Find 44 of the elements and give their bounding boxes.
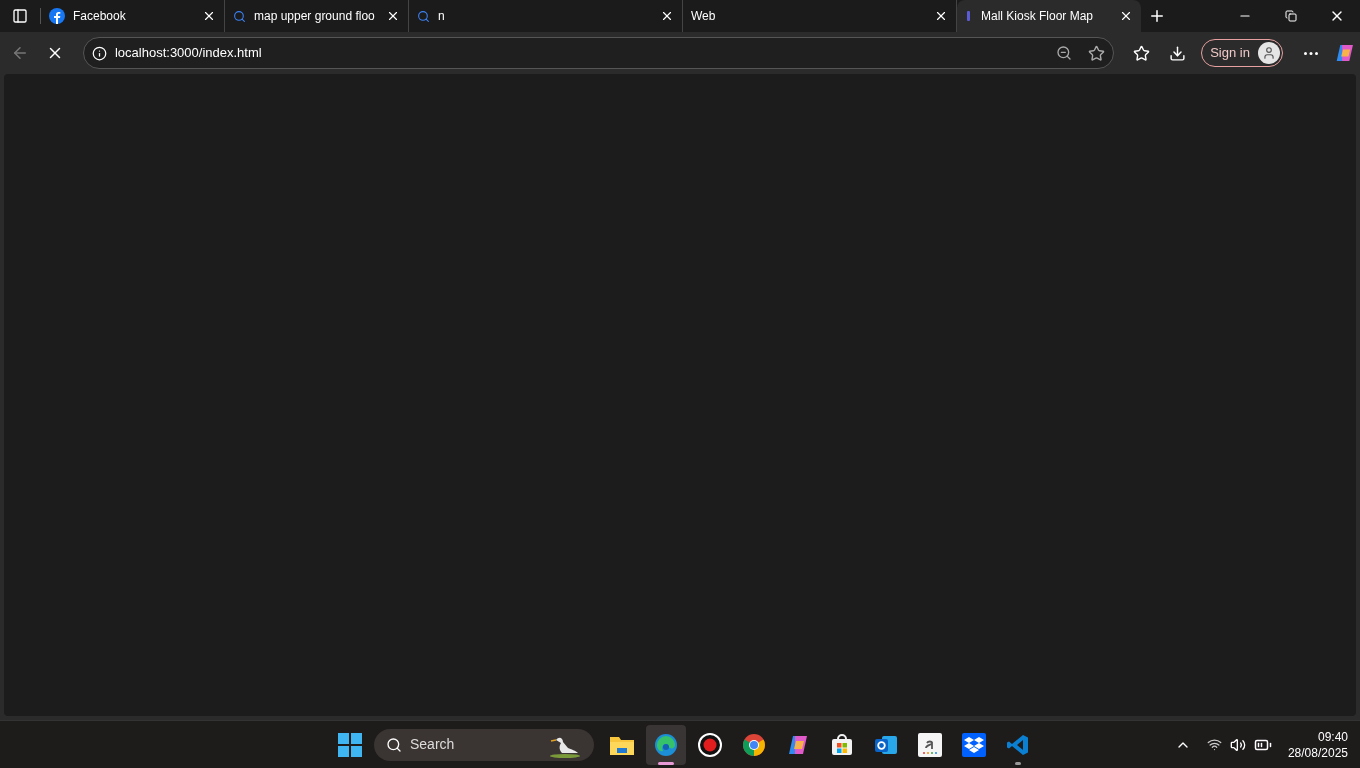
favorites-icon — [1133, 44, 1151, 62]
chrome-icon — [742, 732, 766, 757]
tab-title: n — [438, 8, 446, 25]
store-icon — [831, 733, 853, 756]
star-icon[interactable] — [1088, 44, 1106, 62]
browser-tab[interactable]: Mall Kiosk Floor Map — [957, 0, 1141, 32]
close-icon[interactable] — [934, 9, 948, 23]
box-icon — [962, 732, 986, 757]
clock-button[interactable]: 09:40 28/08/2025 — [1287, 728, 1348, 761]
clock-time: 09:40 — [1317, 728, 1348, 745]
taskbar-app-button[interactable] — [646, 724, 686, 765]
avatar-icon — [1257, 42, 1280, 64]
sidebar-icon — [12, 8, 28, 24]
search-label: Search — [410, 735, 456, 754]
search-field[interactable]: Search — [374, 728, 594, 761]
code-editor-icon — [1006, 732, 1030, 757]
clock-date: 28/08/2025 — [1287, 744, 1348, 761]
zoom-out-icon[interactable] — [1056, 45, 1073, 61]
tab-title: map upper ground floo — [254, 8, 376, 25]
search-icon — [386, 736, 402, 753]
search-icon — [417, 9, 430, 23]
page-icon — [965, 10, 973, 22]
facebook-icon — [49, 8, 65, 24]
start-icon[interactable] — [338, 732, 362, 757]
browser-icon — [654, 732, 678, 757]
close-icon[interactable] — [202, 9, 216, 23]
close-icon[interactable] — [660, 9, 674, 23]
tab-title: Facebook — [73, 8, 127, 25]
close-icon[interactable] — [1119, 9, 1133, 23]
info-icon[interactable] — [91, 45, 107, 61]
tab-title: Mall Kiosk Floor Map — [981, 8, 1095, 25]
volume-icon[interactable] — [1229, 736, 1246, 753]
search-icon — [233, 9, 246, 23]
address-text: localhost:3000/index.html — [114, 44, 263, 63]
download-icon — [1168, 44, 1186, 62]
wifi-icon[interactable] — [1206, 737, 1222, 752]
record-icon — [698, 732, 722, 757]
more-icon — [1303, 51, 1318, 55]
close-icon[interactable] — [386, 9, 400, 23]
tab-title: Web — [691, 8, 717, 25]
address-bar[interactable]: localhost:3000/index.html — [82, 37, 1115, 69]
plus-icon — [1148, 7, 1166, 25]
shopping-icon — [918, 732, 942, 757]
restore-icon — [1285, 10, 1297, 22]
